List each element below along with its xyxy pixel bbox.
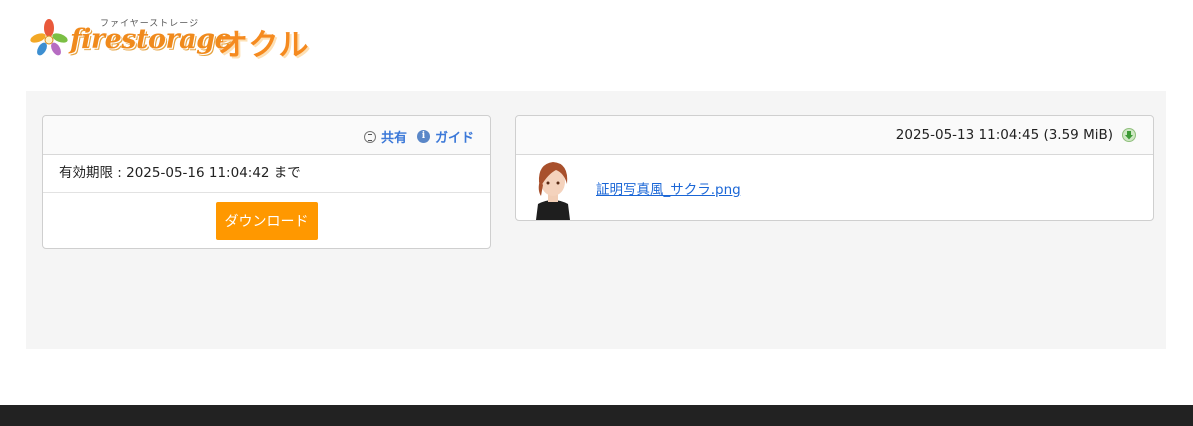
- file-thumbnail: [528, 158, 578, 220]
- share-label: 共有: [380, 131, 407, 146]
- logo-firestorage-text: firestorage: [70, 24, 232, 55]
- download-icon[interactable]: [1122, 128, 1136, 142]
- header-actions: 共有 i ガイド: [363, 127, 474, 146]
- guide-label: ガイド: [434, 131, 474, 146]
- main-panel: 共有 i ガイド 有効期限 : 2025-05-16 11:04:42 まで ダ…: [26, 91, 1166, 349]
- logo-okuru-text: オクル: [218, 28, 310, 63]
- guide-link[interactable]: i ガイド: [416, 127, 474, 146]
- share-link[interactable]: 共有: [363, 127, 407, 146]
- download-button[interactable]: ダウンロード: [215, 202, 318, 240]
- download-card-header: 共有 i ガイド: [43, 116, 490, 155]
- download-row: ダウンロード: [43, 193, 490, 240]
- expiry-text: 有効期限 : 2025-05-16 11:04:42 まで: [43, 155, 490, 193]
- share-icon: [363, 130, 376, 143]
- file-row: 証明写真風_サクラ.png: [516, 155, 1153, 220]
- footer-bar: [0, 405, 1193, 426]
- file-card-header: 2025-05-13 11:04:45 (3.59 MiB): [516, 116, 1153, 155]
- flower-logo-icon: [30, 19, 68, 56]
- download-card: 共有 i ガイド 有効期限 : 2025-05-16 11:04:42 まで ダ…: [42, 115, 491, 249]
- site-logo[interactable]: ファイヤーストレージ firestorage オクル: [30, 14, 330, 63]
- file-card: 2025-05-13 11:04:45 (3.59 MiB) 証明写真風_サクラ…: [515, 115, 1154, 221]
- file-name-link[interactable]: 証明写真風_サクラ.png: [596, 178, 741, 198]
- upload-meta: 2025-05-13 11:04:45 (3.59 MiB): [895, 127, 1113, 143]
- info-icon: i: [416, 130, 430, 143]
